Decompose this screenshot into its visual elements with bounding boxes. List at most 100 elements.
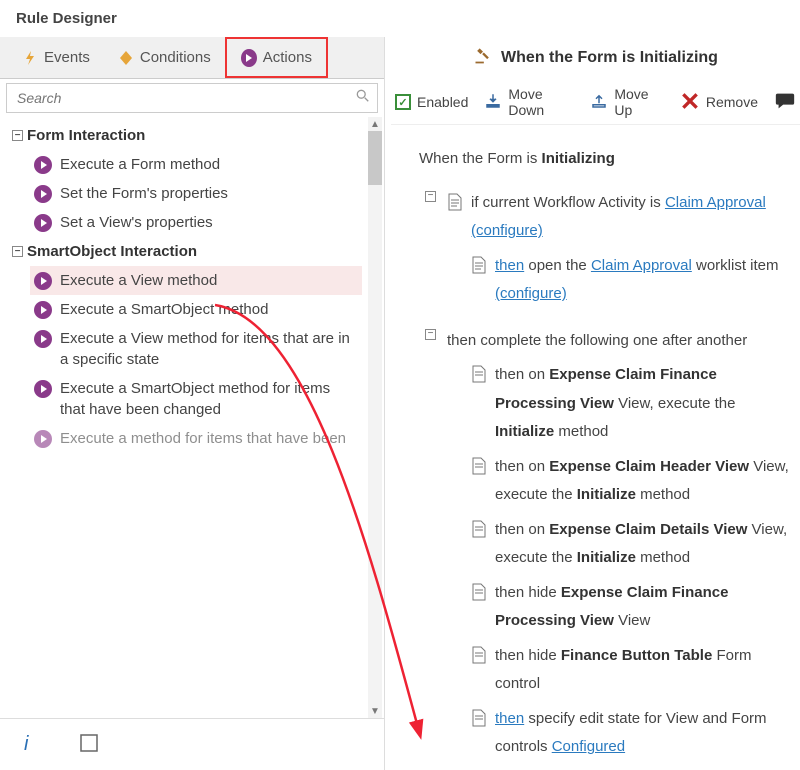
rule-root-event: Initializing xyxy=(542,150,615,167)
rule-toolbar: ✓ Enabled Move Down Move Up xyxy=(391,80,800,125)
remove-label: Remove xyxy=(706,94,758,110)
search-input[interactable] xyxy=(6,83,378,113)
tab-events-label: Events xyxy=(44,49,90,66)
group-label: Form Interaction xyxy=(27,127,145,144)
comment-icon[interactable] xyxy=(774,90,796,115)
step-suffix: method xyxy=(554,423,608,440)
tree-item[interactable]: Execute a View method for items that are… xyxy=(30,324,362,374)
then-link[interactable]: then xyxy=(495,710,524,727)
scroll-thumb[interactable] xyxy=(368,131,382,185)
collapse-icon[interactable]: − xyxy=(425,191,436,202)
gavel-icon xyxy=(473,45,493,70)
step-suffix: View xyxy=(614,612,650,629)
step-method: Initialize xyxy=(495,423,554,440)
arrow-circle-icon xyxy=(34,330,52,348)
arrow-circle-icon xyxy=(34,430,52,448)
enabled-label: Enabled xyxy=(417,94,468,110)
step-view: Expense Claim Details View xyxy=(549,521,747,538)
group-header-smartobject-interaction[interactable]: − SmartObject Interaction xyxy=(12,243,362,260)
left-panel: Events Conditions Actions xyxy=(0,37,385,770)
configured-link[interactable]: Configured xyxy=(552,738,625,755)
upload-icon xyxy=(590,92,608,113)
scroll-up-icon[interactable]: ▲ xyxy=(368,117,382,131)
tab-actions[interactable]: Actions xyxy=(225,37,328,78)
page-icon xyxy=(471,709,487,727)
diamond-icon xyxy=(118,50,134,66)
step-prefix: then hide xyxy=(495,584,561,601)
claim-approval-link[interactable]: Claim Approval xyxy=(665,194,766,211)
page-icon xyxy=(471,646,487,664)
configure-link[interactable]: (configure) xyxy=(495,285,567,302)
move-down-button[interactable]: Move Down xyxy=(484,86,574,118)
svg-text:i: i xyxy=(24,733,29,753)
collapse-icon[interactable]: − xyxy=(12,130,23,141)
page-icon xyxy=(471,457,487,475)
tree-item[interactable]: Set a View's properties xyxy=(30,208,362,237)
page-icon xyxy=(471,256,487,274)
step-mid: specify edit state for View and Form con… xyxy=(495,710,767,756)
collapse-icon[interactable]: − xyxy=(425,329,436,340)
remove-button[interactable]: Remove xyxy=(680,91,758,114)
configure-link[interactable]: (configure) xyxy=(471,222,543,239)
arrow-circle-icon xyxy=(34,214,52,232)
page-icon xyxy=(447,193,463,211)
box-icon[interactable] xyxy=(80,734,98,755)
step-view: Finance Button Table xyxy=(561,647,712,664)
step-view: Expense Claim Header View xyxy=(549,458,749,475)
rule-root-prefix: When the Form is xyxy=(419,150,542,167)
tab-actions-label: Actions xyxy=(263,49,312,66)
step-suffix: method xyxy=(636,549,690,566)
right-panel: When the Form is Initializing ✓ Enabled … xyxy=(385,37,800,770)
move-up-label: Move Up xyxy=(614,86,664,118)
group-form-interaction: − Form Interaction Execute a Form method xyxy=(12,127,362,237)
tree-item-execute-view-method[interactable]: Execute a View method xyxy=(30,266,362,295)
tree-item-label: Set the Form's properties xyxy=(60,183,228,204)
right-heading: When the Form is Initializing xyxy=(501,49,718,67)
tree-item[interactable]: Execute a SmartObject method xyxy=(30,295,362,324)
sub-then-suffix: worklist item xyxy=(692,257,779,274)
arrow-circle-icon xyxy=(34,185,52,203)
group-label: SmartObject Interaction xyxy=(27,243,197,260)
arrow-circle-icon xyxy=(241,50,257,66)
step-prefix: then on xyxy=(495,366,549,383)
arrow-circle-icon xyxy=(34,156,52,174)
page-icon xyxy=(471,365,487,383)
tree-item-label: Execute a SmartObject method for items t… xyxy=(60,378,358,420)
collapse-icon[interactable]: − xyxy=(12,246,23,257)
arrow-circle-icon xyxy=(34,272,52,290)
sub-then-mid: open the xyxy=(524,257,591,274)
group-smartobject-interaction: − SmartObject Interaction Execute a View… xyxy=(12,243,362,453)
arrow-circle-icon xyxy=(34,301,52,319)
left-scrollbar[interactable]: ▲ ▼ xyxy=(368,117,382,718)
tree-item-label: Execute a Form method xyxy=(60,154,220,175)
arrow-circle-icon xyxy=(34,380,52,398)
action-tree: − Form Interaction Execute a Form method xyxy=(0,117,384,718)
rule-definition: When the Form is Initializing − if curre… xyxy=(391,125,800,770)
claim-approval-link[interactable]: Claim Approval xyxy=(591,257,692,274)
step-suffix: method xyxy=(636,486,690,503)
tab-conditions-label: Conditions xyxy=(140,49,211,66)
tree-item[interactable]: Execute a method for items that have bee… xyxy=(30,424,362,453)
if-prefix: if current Workflow Activity is xyxy=(471,194,665,211)
step-prefix: then hide xyxy=(495,647,561,664)
tree-item-label: Execute a View method for items that are… xyxy=(60,328,358,370)
tab-events[interactable]: Events xyxy=(8,37,104,78)
move-up-button[interactable]: Move Up xyxy=(590,86,664,118)
tree-item[interactable]: Set the Form's properties xyxy=(30,179,362,208)
tree-item-label: Set a View's properties xyxy=(60,212,213,233)
scroll-down-icon[interactable]: ▼ xyxy=(368,704,382,718)
tree-item[interactable]: Execute a Form method xyxy=(30,150,362,179)
then-link[interactable]: then xyxy=(495,257,524,274)
tab-bar: Events Conditions Actions xyxy=(0,37,384,79)
tree-item[interactable]: Execute a SmartObject method for items t… xyxy=(30,374,362,424)
tree-item-label: Execute a View method xyxy=(60,270,217,291)
page-root: Rule Designer Events Conditions xyxy=(0,0,800,770)
info-icon[interactable]: i xyxy=(20,733,40,756)
lightning-icon xyxy=(22,50,38,66)
group-header-form-interaction[interactable]: − Form Interaction xyxy=(12,127,362,144)
enabled-toggle[interactable]: ✓ Enabled xyxy=(395,94,468,110)
move-down-label: Move Down xyxy=(508,86,574,118)
tab-conditions[interactable]: Conditions xyxy=(104,37,225,78)
download-icon xyxy=(484,92,502,113)
search-icon xyxy=(356,89,370,106)
